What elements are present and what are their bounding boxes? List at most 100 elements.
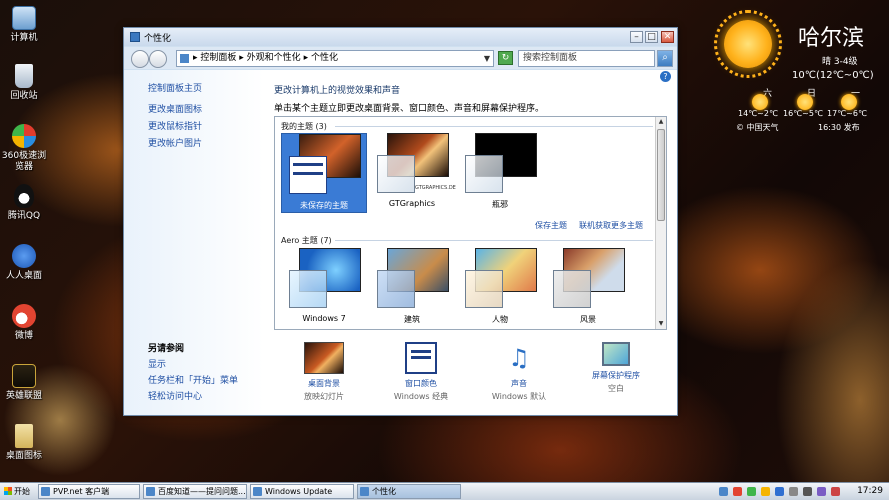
- sounds-setting[interactable]: ♫ 声音 Windows 默认: [469, 342, 569, 402]
- close-button[interactable]: ✕: [661, 31, 674, 43]
- desktop-icon-label: 微博: [14, 331, 33, 341]
- start-button[interactable]: 开始: [2, 484, 32, 499]
- desktop-icon-recycle-bin[interactable]: 回收站: [0, 64, 48, 102]
- theme-list-scrollbar[interactable]: ▲ ▼: [655, 117, 666, 329]
- desktop-icon-360-browser[interactable]: 360极速浏览器: [0, 124, 48, 173]
- desktop-icon-weibo[interactable]: 微博: [0, 304, 48, 342]
- system-tray: 17:29: [709, 483, 889, 500]
- clock[interactable]: 17:29: [857, 486, 883, 496]
- minimize-button[interactable]: –: [630, 31, 643, 43]
- see-also-heading: 另请参阅: [148, 344, 185, 354]
- sunny-icon-small: [752, 94, 768, 110]
- screen-saver-setting[interactable]: 屏幕保护程序 空白: [566, 342, 666, 394]
- breadcrumb-item[interactable]: 个性化: [311, 53, 338, 63]
- tray-icon[interactable]: [733, 487, 742, 496]
- weather-widget[interactable]: 哈尔滨 晴 3-4级 10℃(12℃~0℃) 六 日 一 14℃~2℃ 16℃~…: [712, 8, 882, 138]
- screen-saver-icon: [602, 342, 630, 366]
- theme-label: 建筑: [404, 315, 420, 324]
- setting-value: 空白: [608, 384, 624, 393]
- address-bar[interactable]: ▸ 控制面板 ▸ 外观和个性化 ▸ 个性化 ▼: [176, 50, 494, 67]
- save-theme-link[interactable]: 保存主题: [535, 220, 567, 231]
- sunny-icon-small: [841, 94, 857, 110]
- back-button[interactable]: [131, 50, 149, 68]
- taskbar-item-personalization[interactable]: 个性化: [357, 484, 461, 499]
- maximize-button[interactable]: □: [645, 31, 658, 43]
- setting-value: 放映幻灯片: [304, 392, 344, 401]
- scroll-up-icon[interactable]: ▲: [656, 117, 666, 127]
- weather-source: © 中国天气: [736, 123, 779, 132]
- theme-unsaved[interactable]: 未保存的主题: [281, 133, 367, 213]
- desktop-icon-qq[interactable]: 腾讯QQ: [0, 184, 48, 222]
- tray-icon[interactable]: [831, 487, 840, 496]
- chevron-down-icon[interactable]: ▼: [484, 51, 490, 66]
- taskbar-item-windows-update[interactable]: Windows Update: [250, 484, 354, 499]
- desktop-background-setting[interactable]: 桌面背景 放映幻灯片: [274, 342, 374, 402]
- forecast-range: 16℃~5℃: [783, 109, 823, 118]
- desktop-icon-label: 人人桌面: [5, 271, 42, 281]
- theme-label: 人物: [492, 315, 508, 324]
- refresh-button[interactable]: ↻: [498, 51, 513, 65]
- theme-architecture[interactable]: 建筑: [369, 248, 455, 328]
- window-color-icon: [405, 342, 437, 374]
- setting-label: 屏幕保护程序: [592, 371, 640, 380]
- desktop-background-icon: [304, 342, 344, 374]
- tray-icon[interactable]: [761, 487, 770, 496]
- search-input[interactable]: 搜索控制面板: [518, 50, 655, 67]
- aero-themes-heading: Aero 主题 (7): [281, 236, 332, 245]
- network-icon[interactable]: [789, 487, 798, 496]
- personalization-window: 个性化 – □ ✕ ▸ 控制面板 ▸ 外观和个性化 ▸ 个性化 ▼ ↻ 搜索控制…: [123, 27, 678, 416]
- link-taskbar-start-menu[interactable]: 任务栏和「开始」菜单: [148, 373, 238, 386]
- window-color-setting[interactable]: 窗口颜色 Windows 经典: [371, 342, 471, 402]
- sunny-icon: [724, 20, 772, 68]
- search-icon[interactable]: ⌕: [657, 50, 673, 67]
- link-display[interactable]: 显示: [148, 357, 166, 370]
- tray-icon[interactable]: [775, 487, 784, 496]
- my-themes-heading: 我的主题 (3): [281, 122, 327, 131]
- forward-button[interactable]: [149, 50, 167, 68]
- theme-windows7[interactable]: Windows 7: [281, 248, 367, 328]
- window-color-preview: [465, 270, 503, 308]
- desktop-icon-label: 计算机: [10, 33, 38, 43]
- window-icon: [130, 32, 140, 42]
- scrollbar-thumb[interactable]: [657, 129, 665, 221]
- window-color-preview: [289, 156, 327, 194]
- sunny-icon-small: [797, 94, 813, 110]
- get-more-themes-link[interactable]: 联机获取更多主题: [579, 220, 643, 231]
- theme-gtgraphics[interactable]: GTGRAPHICS.DE GTGraphics: [369, 133, 456, 213]
- window-color-preview: [377, 155, 415, 193]
- theme-characters[interactable]: 人物: [457, 248, 543, 328]
- volume-icon[interactable]: [803, 487, 812, 496]
- weather-condition: 晴 3-4级: [822, 57, 858, 67]
- link-ease-of-access[interactable]: 轻松访问中心: [148, 389, 202, 402]
- tray-icon[interactable]: [719, 487, 728, 496]
- link-change-mouse-pointers[interactable]: 更改鼠标指针: [148, 119, 202, 132]
- breadcrumb-item[interactable]: 控制面板: [200, 53, 236, 63]
- link-change-desktop-icons[interactable]: 更改桌面图标: [148, 102, 202, 115]
- computer-icon: [12, 6, 36, 30]
- taskbar-item-baidu[interactable]: 百度知道——提问问题...: [143, 484, 247, 499]
- help-icon[interactable]: ?: [660, 71, 671, 82]
- weibo-icon: [12, 304, 36, 328]
- control-panel-icon: [180, 54, 189, 63]
- link-control-panel-home[interactable]: 控制面板主页: [148, 81, 202, 94]
- window-color-preview: [289, 270, 327, 308]
- theme-landscapes[interactable]: 风景: [545, 248, 631, 328]
- gtgraphics-watermark: GTGRAPHICS.DE: [415, 185, 456, 191]
- desktop-icon-renren[interactable]: 人人桌面: [0, 244, 48, 282]
- divider: [335, 240, 653, 241]
- desktop-icon-lol[interactable]: 英雄联盟: [0, 364, 48, 402]
- breadcrumb-item[interactable]: 外观和个性化: [247, 53, 301, 63]
- theme-pingxie[interactable]: 瓶邪: [457, 133, 543, 213]
- title-bar[interactable]: 个性化 – □ ✕: [124, 28, 677, 46]
- forecast-range: 17℃~6℃: [827, 109, 867, 118]
- window-color-preview: [553, 270, 591, 308]
- scroll-down-icon[interactable]: ▼: [656, 319, 666, 329]
- link-change-account-picture[interactable]: 更改帐户图片: [148, 136, 202, 149]
- tray-icon[interactable]: [747, 487, 756, 496]
- theme-label: Windows 7: [302, 314, 346, 323]
- desktop-icon-computer[interactable]: 计算机: [0, 6, 48, 44]
- taskbar-item-pvp[interactable]: PVP.net 客户端: [38, 484, 140, 499]
- desktop-icon-folder[interactable]: 桌面图标: [0, 424, 48, 462]
- theme-label: GTGraphics: [388, 199, 436, 208]
- tray-icon[interactable]: [817, 487, 826, 496]
